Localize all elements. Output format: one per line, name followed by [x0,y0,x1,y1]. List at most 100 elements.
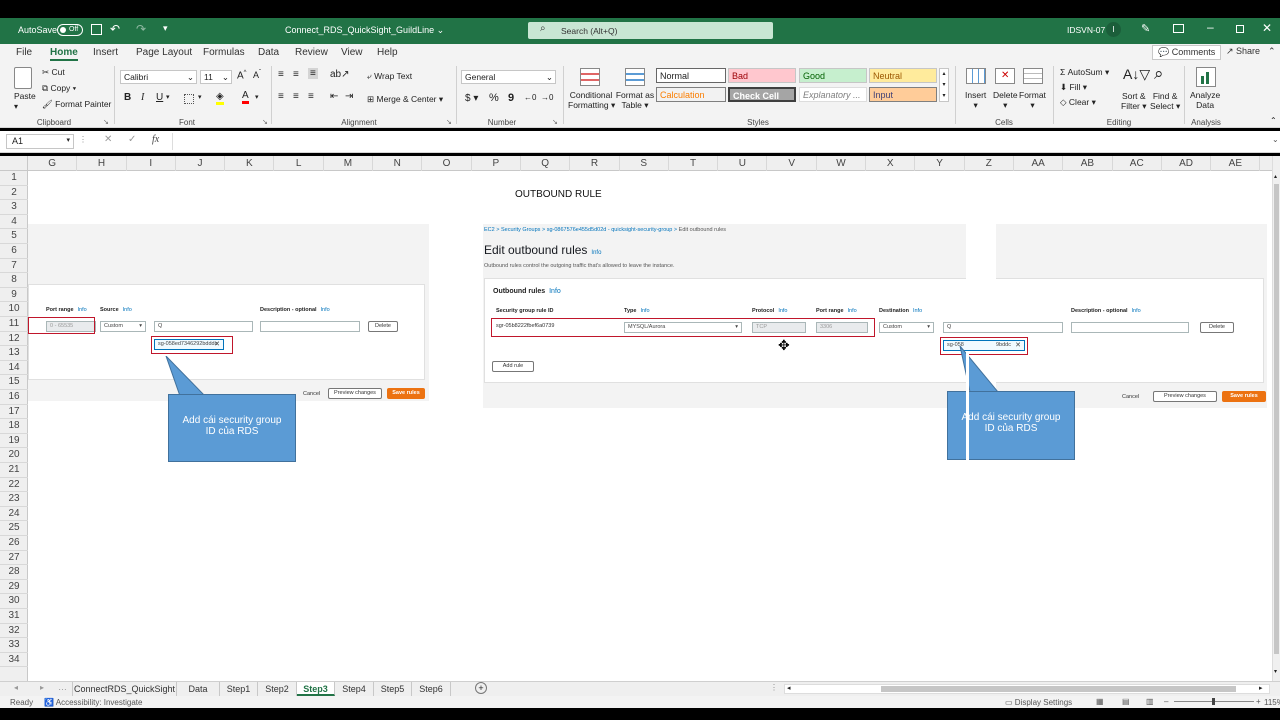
destination-select[interactable]: Custom ▾ [879,322,934,333]
conditional-formatting-button[interactable]: Conditional Formatting ▾ [568,90,615,111]
style-check-cell[interactable]: Check Cell [728,87,796,102]
percent-button[interactable]: % [489,92,499,104]
column-header[interactable]: U [718,156,768,171]
column-header[interactable]: AE [1211,156,1261,171]
column-header[interactable]: Y [915,156,965,171]
search-box[interactable]: ⌕ Search (Alt+Q) [528,22,773,39]
style-explanatory[interactable]: Explanatory ... [799,87,867,102]
tab-help[interactable]: Help [377,47,398,58]
dialog-launcher-icon[interactable]: ↘ [262,118,268,126]
page-layout-view-icon[interactable]: ▤ [1122,697,1130,706]
wrap-text-button[interactable]: ⤶ Wrap Text [367,71,412,82]
row-header[interactable]: 21 [0,463,28,478]
zoom-slider-thumb[interactable] [1212,698,1215,705]
restore-icon[interactable] [1236,25,1244,33]
preview-changes-button[interactable]: Preview changes [1153,391,1217,402]
user-name[interactable]: IDSVN-07 [1067,25,1105,35]
save-icon[interactable] [91,24,102,35]
tab-view[interactable]: View [341,47,363,58]
bold-button[interactable]: B [124,92,131,103]
tab-file[interactable]: File [16,47,32,58]
analyze-data-button[interactable]: Analyze Data [1190,90,1220,110]
row-header[interactable]: 18 [0,419,28,434]
sheet-more-icon[interactable]: … [58,682,67,692]
paste-icon[interactable] [14,67,32,89]
zoom-level[interactable]: 115% [1264,698,1280,707]
row-header[interactable]: 30 [0,594,28,609]
minimize-icon[interactable]: – [1207,20,1214,34]
sheet-tab-step3[interactable]: Step3 [297,682,335,696]
tab-review[interactable]: Review [295,47,328,58]
row-header[interactable]: 9 [0,288,28,303]
cell-a1-selection[interactable] [30,171,31,172]
align-top-icon[interactable]: ≡ [278,69,284,80]
style-neutral[interactable]: Neutral [869,68,937,83]
sheet-tab-step4[interactable]: Step4 [335,682,374,696]
row-header[interactable]: 1 [0,171,28,186]
column-header[interactable]: L [275,156,324,171]
comma-button[interactable]: 9 [508,92,514,104]
shrink-font-icon[interactable]: Aˇ [253,70,261,80]
currency-button[interactable]: $ ▾ [465,93,478,104]
align-left-icon[interactable]: ≡ [278,91,284,102]
fill-color-icon[interactable]: ◈ [216,91,224,105]
font-size-select[interactable]: 11 ⌄ [200,70,232,84]
column-header[interactable]: W [817,156,867,171]
save-rules-button[interactable]: Save rules [1222,391,1266,402]
column-header[interactable]: Q [521,156,571,171]
tab-page-layout[interactable]: Page Layout [136,47,192,58]
sort-filter-button[interactable]: Sort & Filter ▾ [1121,91,1147,112]
normal-view-icon[interactable]: ▦ [1096,697,1104,706]
font-color-dropdown-icon[interactable]: ▾ [255,93,259,101]
enter-icon[interactable]: ✓ [128,134,136,145]
column-header[interactable]: I [127,156,176,171]
select-all-button[interactable] [0,156,28,171]
scroll-right-icon[interactable]: ▸ [1259,684,1263,692]
share-button[interactable]: ↗ Share [1226,46,1260,57]
format-cells-icon[interactable] [1023,68,1043,84]
column-header[interactable]: H [77,156,127,171]
expand-formula-icon[interactable]: ⌄ [1272,135,1279,144]
row-header[interactable]: 29 [0,580,28,595]
row-header[interactable]: 8 [0,273,28,288]
autosum-button[interactable]: Σ AutoSum ▾ [1060,67,1109,78]
row-header[interactable]: 32 [0,624,28,639]
style-calculation[interactable]: Calculation [656,87,726,102]
decrease-indent-icon[interactable]: ⇤ [330,91,338,102]
increase-decimal-icon[interactable]: ←0 [524,93,536,102]
italic-button[interactable]: I [141,92,144,103]
next-sheet-icon[interactable]: ▸ [40,683,44,692]
column-header[interactable]: J [176,156,226,171]
style-normal[interactable]: Normal [656,68,726,83]
copy-button[interactable]: ⧉ Copy ▾ [42,83,76,94]
font-name-select[interactable]: Calibri ⌄ [120,70,197,84]
align-center-icon[interactable]: ≡ [293,91,299,102]
column-header[interactable]: O [422,156,472,171]
redo-icon[interactable]: ↷ [136,22,146,36]
column-header[interactable]: N [373,156,423,171]
insert-button[interactable]: Insert ▾ [965,90,986,111]
column-header[interactable]: M [324,156,374,171]
font-color-icon[interactable]: A [242,90,249,104]
formula-input[interactable] [172,133,1270,150]
increase-indent-icon[interactable]: ⇥ [345,91,353,102]
find-select-button[interactable]: Find & Select ▾ [1150,91,1180,112]
cancel-icon[interactable]: ✕ [104,134,112,145]
sheet-tab-connectrds-quicksight[interactable]: ConnectRDS_QuickSight [73,682,177,696]
delete-rule-button[interactable]: Delete [1200,322,1234,333]
row-header[interactable]: 16 [0,390,28,405]
sheet-tab-step2[interactable]: Step2 [258,682,297,696]
undo-icon[interactable]: ↶ [110,22,120,36]
column-header[interactable]: R [570,156,620,171]
insert-function-button[interactable]: fx [152,134,159,145]
column-header[interactable]: V [768,156,817,171]
conditional-formatting-icon[interactable] [580,68,600,86]
dialog-launcher-icon[interactable]: ↘ [446,118,452,126]
customize-qat-icon[interactable]: ▾ [163,23,168,34]
accessibility-status[interactable]: ♿ Accessibility: Investigate [44,698,142,707]
column-header[interactable]: T [669,156,719,171]
display-settings[interactable]: ▭ Display Settings [1005,698,1072,707]
cancel-link[interactable]: Cancel [303,391,320,397]
save-rules-button[interactable]: Save rules [387,388,425,399]
column-header[interactable]: P [472,156,521,171]
